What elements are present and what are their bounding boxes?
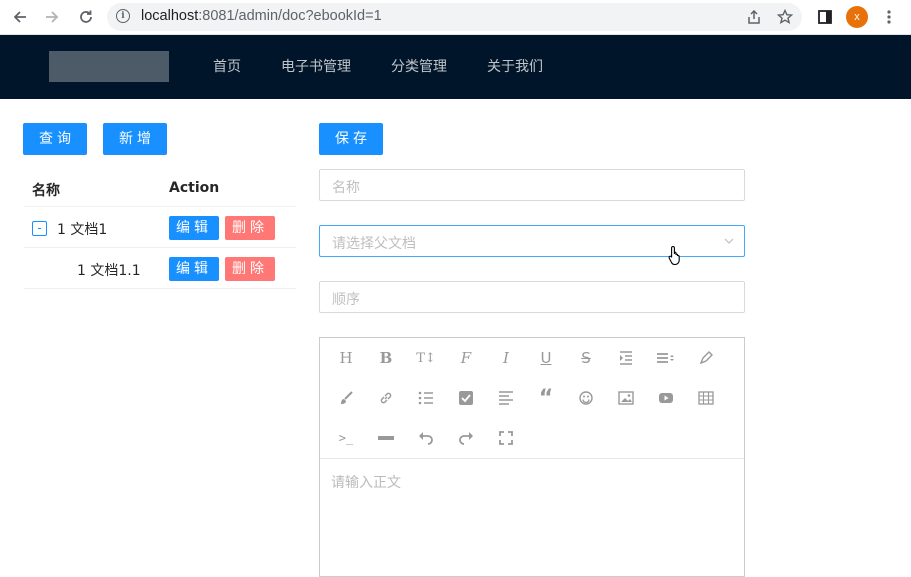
font-size-icon[interactable]: T↕ — [415, 347, 437, 369]
order-placeholder: 顺序 — [332, 292, 360, 308]
align-left-icon[interactable] — [495, 387, 517, 409]
menu-item-about[interactable]: 关于我们 — [487, 35, 543, 99]
menu-item-ebook-admin[interactable]: 电子书管理 — [281, 35, 351, 99]
video-icon[interactable] — [655, 387, 677, 409]
site-info-icon[interactable]: i — [116, 9, 130, 23]
address-bar[interactable]: i localhost:8081/admin/doc?ebookId=1 — [107, 3, 802, 31]
code-icon[interactable]: >_ — [335, 427, 357, 449]
redo-icon[interactable] — [455, 427, 477, 449]
save-button[interactable]: 保存 — [319, 123, 383, 155]
italic-icon[interactable]: I — [495, 347, 517, 369]
edit-button[interactable]: 编辑 — [169, 257, 219, 281]
doc-name: 1 文档1.1 — [77, 263, 141, 279]
heading-icon[interactable]: H — [335, 347, 357, 369]
bullet-list-icon[interactable] — [415, 387, 437, 409]
rich-text-editor[interactable]: H B T↕ F I U S “ >_ 请输入正文 — [319, 337, 745, 577]
name-input[interactable]: 名称 — [319, 169, 745, 201]
reload-icon[interactable] — [76, 7, 96, 27]
forward-icon[interactable] — [42, 7, 62, 27]
order-input[interactable]: 顺序 — [319, 281, 745, 313]
query-button[interactable]: 查询 — [23, 123, 87, 155]
emoji-icon[interactable] — [575, 387, 597, 409]
doc-name: 1 文档1 — [57, 222, 108, 238]
fullscreen-icon[interactable] — [495, 427, 517, 449]
top-menu: 首页 电子书管理 分类管理 关于我们 — [213, 35, 583, 99]
bold-icon[interactable]: B — [375, 347, 397, 369]
table-row: - 1 文档1 编辑 删除 — [24, 207, 296, 248]
app-header: 首页 电子书管理 分类管理 关于我们 — [0, 35, 911, 99]
share-icon[interactable] — [745, 8, 763, 26]
image-icon[interactable] — [615, 387, 637, 409]
checkbox-icon[interactable] — [455, 387, 477, 409]
table-header: 名称 Action — [24, 167, 296, 207]
strikethrough-icon[interactable]: S — [575, 347, 597, 369]
pen-icon[interactable] — [695, 347, 717, 369]
table-row: 1 文档1.1 编辑 删除 — [24, 248, 296, 289]
undo-icon[interactable] — [415, 427, 437, 449]
delete-button[interactable]: 删除 — [225, 257, 275, 281]
menu-item-home[interactable]: 首页 — [213, 35, 241, 99]
side-panel-icon[interactable] — [815, 7, 835, 27]
url-text: localhost:8081/admin/doc?ebookId=1 — [141, 8, 382, 24]
profile-avatar[interactable]: x — [846, 6, 868, 28]
divider-icon[interactable] — [375, 427, 397, 449]
link-icon[interactable] — [375, 387, 397, 409]
menu-item-category-admin[interactable]: 分类管理 — [391, 35, 447, 99]
name-placeholder: 名称 — [332, 180, 360, 196]
editor-toolbar: H B T↕ F I U S “ >_ — [320, 338, 744, 459]
underline-icon[interactable]: U — [535, 347, 557, 369]
content-placeholder: 请输入正文 — [331, 475, 401, 491]
line-height-icon[interactable] — [655, 347, 677, 369]
chevron-down-icon — [724, 238, 734, 244]
browser-toolbar: i localhost:8081/admin/doc?ebookId=1 x — [0, 0, 911, 35]
table-icon[interactable] — [695, 387, 717, 409]
more-menu-icon[interactable] — [879, 7, 899, 27]
indent-icon[interactable] — [615, 347, 637, 369]
brush-icon[interactable] — [335, 387, 357, 409]
col-name-header: 名称 — [32, 183, 60, 199]
quote-icon[interactable]: “ — [535, 386, 557, 411]
delete-button[interactable]: 删除 — [225, 216, 275, 240]
col-action-header: Action — [169, 180, 220, 196]
font-family-icon[interactable]: F — [455, 347, 477, 369]
bookmark-star-icon[interactable] — [776, 8, 794, 26]
edit-button[interactable]: 编辑 — [169, 216, 219, 240]
add-button[interactable]: 新增 — [103, 123, 167, 155]
parent-placeholder: 请选择父文档 — [332, 236, 416, 252]
doc-tree-table: 名称 Action - 1 文档1 编辑 删除 1 文档1.1 编辑 删除 — [24, 167, 296, 289]
hand-cursor-icon — [668, 245, 680, 265]
collapse-toggle-icon[interactable]: - — [32, 221, 47, 236]
back-icon[interactable] — [10, 7, 30, 27]
logo — [49, 51, 169, 82]
